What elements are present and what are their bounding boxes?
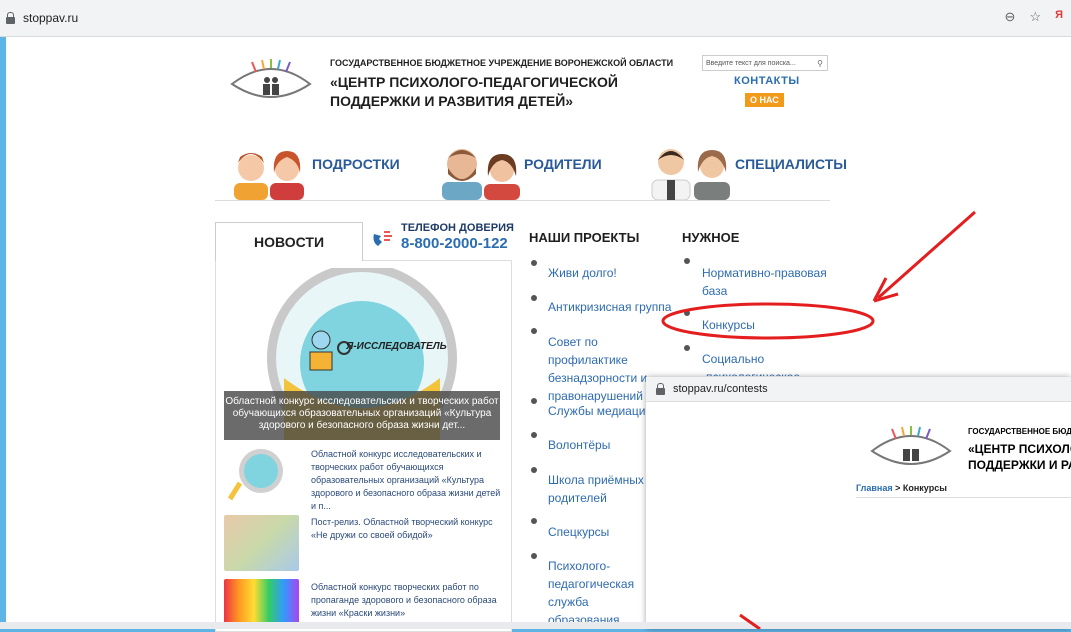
lock-icon — [6, 11, 15, 24]
useful-item-1[interactable]: Нормативно-правовая база — [702, 264, 827, 300]
link-preview-popup[interactable]: stoppav.ru/contests ГОСУДАРСТВЕННОЕ БЮДЖ… — [646, 377, 1071, 629]
news-thumb-1-image — [227, 449, 283, 501]
specialists-illustration[interactable] — [650, 140, 732, 200]
hotline-icon — [373, 231, 392, 246]
bullet — [531, 328, 537, 334]
org-name-line2: ПОДДЕРЖКИ И РАЗВИТИЯ ДЕТЕЙ» — [330, 93, 574, 109]
hotline-number[interactable]: 8-800-2000-122 — [401, 235, 508, 252]
lock-icon — [656, 382, 665, 395]
bullet — [531, 432, 537, 438]
yandex-icon[interactable]: Я — [1055, 9, 1063, 25]
bookmark-star-icon[interactable]: ☆ — [1029, 9, 1041, 25]
popup-org-name-line1: «ЦЕНТР ПСИХОЛОГО-ПЕДАГОГИЧЕСКОЙ — [968, 442, 1071, 456]
breadcrumb-home[interactable]: Главная — [856, 483, 893, 493]
bullet — [684, 310, 690, 316]
org-name: «ЦЕНТР ПСИХОЛОГО-ПЕДАГОГИЧЕСКОЙ ПОДДЕРЖК… — [330, 73, 640, 111]
project-item-6[interactable]: Школа приёмных родителей — [548, 471, 648, 507]
nav-teens[interactable]: ПОДРОСТКИ — [312, 156, 400, 172]
bullet — [531, 398, 537, 404]
org-name-line1: «ЦЕНТР ПСИХОЛОГО-ПЕДАГОГИЧЕСКОЙ — [330, 74, 618, 90]
browser-toolbar: stoppav.ru ⊖ ☆ Я — [0, 0, 1071, 37]
useful-item-3[interactable]: Социально -психологическое — [702, 350, 802, 376]
breadcrumb: Главная > Конкурсы — [856, 483, 947, 493]
bullet — [684, 345, 690, 351]
bottom-scroll-strip — [0, 622, 1071, 629]
projects-title: НАШИ ПРОЕКТЫ — [529, 230, 640, 245]
site-logo[interactable] — [228, 58, 314, 108]
parents-illustration[interactable] — [440, 140, 522, 200]
popup-url: stoppav.ru/contests — [673, 383, 768, 395]
project-item-2[interactable]: Антикризисная группа — [548, 298, 671, 316]
nav-parents[interactable]: РОДИТЕЛИ — [524, 156, 602, 172]
search-icon[interactable]: ⚲ — [817, 59, 823, 68]
address-bar[interactable]: stoppav.ru — [6, 8, 1066, 28]
zoom-icon[interactable]: ⊖ — [1005, 9, 1016, 25]
featured-news-caption[interactable]: Областной конкурс исследовательских и тв… — [224, 391, 500, 440]
breadcrumb-separator: > — [892, 483, 903, 493]
breadcrumb-current: Конкурсы — [902, 483, 947, 493]
popup-org-name-line2: ПОДДЕРЖКИ И РАЗВИТИЯ ДЕТЕЙ» — [968, 458, 1071, 472]
search-input[interactable]: Введите текст для поиска... ⚲ — [702, 55, 828, 71]
hotline-title: ТЕЛЕФОН ДОВЕРИЯ — [401, 222, 514, 234]
project-item-1[interactable]: Живи долго! — [548, 264, 648, 282]
nav-specialists[interactable]: СПЕЦИАЛИСТЫ — [735, 156, 847, 172]
news-item-3[interactable]: Областной конкурс творческих работ по пр… — [311, 581, 501, 620]
popup-site-logo — [870, 426, 952, 465]
bullet — [684, 258, 690, 264]
news-thumb-2[interactable] — [224, 515, 299, 571]
news-item-1[interactable]: Областной конкурс исследовательских и тв… — [311, 448, 501, 513]
contacts-link[interactable]: КОНТАКТЫ — [734, 75, 800, 87]
url-text: stoppav.ru — [23, 11, 79, 25]
project-item-8[interactable]: Психолого-педагогическая служба образова… — [548, 557, 646, 622]
toolbar-icons: ⊖ ☆ Я — [1005, 9, 1063, 25]
nav-divider — [215, 200, 830, 201]
popup-divider — [856, 497, 1071, 498]
bullet — [531, 467, 537, 473]
useful-item-contests[interactable]: Конкурсы — [702, 316, 802, 334]
bullet — [531, 295, 537, 301]
project-item-7[interactable]: Спецкурсы — [548, 523, 648, 541]
news-thumb-3[interactable] — [224, 579, 299, 624]
bullet — [531, 518, 537, 524]
bullet — [531, 260, 537, 266]
popup-org-name: «ЦЕНТР ПСИХОЛОГО-ПЕДАГОГИЧЕСКОЙ ПОДДЕРЖК… — [968, 441, 1071, 473]
popup-url-bar: stoppav.ru/contests — [646, 377, 1071, 402]
search-placeholder: Введите текст для поиска... — [706, 59, 796, 67]
news-item-2[interactable]: Пост-релиз. Областной творческий конкурс… — [311, 516, 501, 542]
about-button[interactable]: О НАС — [745, 93, 784, 107]
bullet — [531, 553, 537, 559]
useful-title: НУЖНОЕ — [682, 230, 740, 245]
news-thumb-1[interactable] — [224, 447, 299, 505]
org-type: ГОСУДАРСТВЕННОЕ БЮДЖЕТНОЕ УЧРЕЖДЕНИЕ ВОР… — [330, 58, 674, 68]
teens-illustration[interactable] — [232, 143, 307, 200]
popup-org-type: ГОСУДАРСТВЕННОЕ БЮДЖЕТНОЕ УЧРЕЖДЕНИЕ — [968, 427, 1071, 436]
feature-logo-text: Я-ИССЛЕДОВАТЕЛЬ — [346, 341, 447, 352]
tab-news[interactable]: НОВОСТИ — [215, 222, 363, 261]
